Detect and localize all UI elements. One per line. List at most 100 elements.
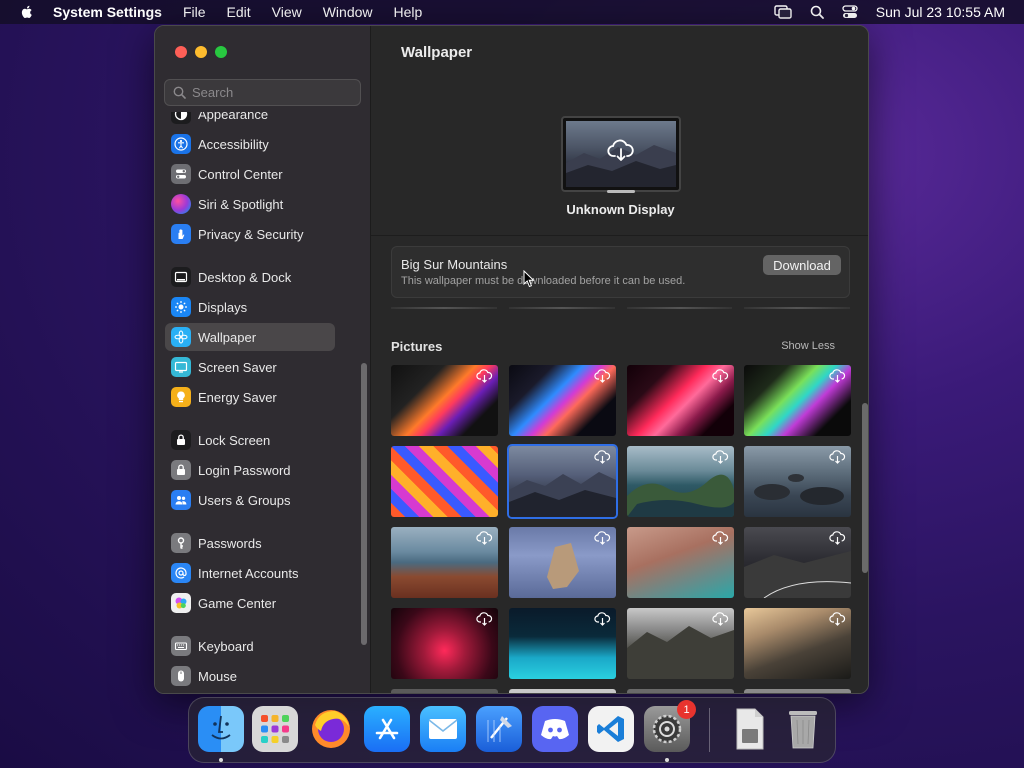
wallpaper-thumbnail[interactable] [627,527,734,598]
running-indicator [219,758,223,762]
wallpaper-thumbnail[interactable] [391,365,498,436]
sidebar-item-label: Energy Saver [198,389,277,405]
show-less-button[interactable]: Show Less [781,340,835,352]
wallpaper-thumbnail[interactable] [509,527,616,598]
keyboard-icon [171,636,191,656]
notice-title: Big Sur Mountains [401,257,508,272]
search-icon [173,86,186,99]
vscode-icon[interactable] [588,706,634,752]
sidebar-item-keyboard[interactable]: Keyboard [165,632,345,660]
sidebar-item-login-password[interactable]: Login Password [165,456,345,484]
cloud-download-icon [712,450,729,464]
cloud-download-icon [712,531,729,545]
wallpaper-thumbnail[interactable] [391,608,498,679]
app-store-icon[interactable] [364,706,410,752]
menu-window[interactable]: Window [323,4,373,20]
wallpaper-thumbnail[interactable] [627,446,734,517]
display-preview [561,116,681,192]
menu-app-name[interactable]: System Settings [53,4,162,20]
wallpaper-thumbnail[interactable] [391,689,498,693]
search-input[interactable]: Search [164,79,361,106]
trash-icon[interactable] [780,706,826,752]
launchpad-icon[interactable] [252,706,298,752]
menu-edit[interactable]: Edit [227,4,251,20]
notice-description: This wallpaper must be downloaded before… [401,275,686,287]
display-name: Unknown Display [566,202,675,217]
cloud-download-icon [829,531,846,545]
page-title: Wallpaper [401,44,473,61]
spotlight-search-icon[interactable] [810,5,824,19]
mouse-icon [171,666,191,686]
sidebar-item-energy-saver[interactable]: Energy Saver [165,383,345,411]
zoom-button[interactable] [215,46,227,58]
cloud-download-icon [829,450,846,464]
cloud-download-icon [594,531,611,545]
sidebar-item-label: Screen Saver [198,359,277,375]
cloud-download-icon [476,612,493,626]
wallpaper-thumbnail-selected[interactable] [509,446,616,517]
search-placeholder: Search [192,85,234,100]
menu-bar: System Settings File Edit View Window He… [0,0,1024,24]
wallpaper-thumbnail[interactable] [744,608,851,679]
sidebar-item-privacy-security[interactable]: Privacy & Security [165,220,345,248]
wallpaper-thumbnail[interactable] [627,689,734,693]
section-title: Pictures [391,339,443,354]
appearance-icon [171,112,191,124]
sidebar-item-screen-saver[interactable]: Screen Saver [165,353,345,381]
sidebar-item-passwords[interactable]: Passwords [165,529,345,557]
sidebar-item-game-center[interactable]: Game Center [165,589,345,617]
previous-section-thumbnails [391,307,850,311]
menu-help[interactable]: Help [394,4,423,20]
users-icon [171,490,191,510]
sidebar-item-users-groups[interactable]: Users & Groups [165,486,345,514]
cloud-download-icon [829,612,846,626]
game-center-icon [171,593,191,613]
sidebar-item-wallpaper[interactable]: Wallpaper [165,323,335,351]
system-settings-icon[interactable]: 1 [644,700,696,752]
wallpaper-thumbnail[interactable] [744,689,851,693]
wallpaper-thumbnail[interactable] [509,608,616,679]
wallpaper-thumbnail[interactable] [509,689,616,693]
sidebar-item-appearance[interactable]: Appearance [165,112,345,128]
screen-mirroring-icon[interactable] [774,5,792,19]
sidebar-item-control-center[interactable]: Control Center [165,160,345,188]
wallpaper-thumbnail[interactable] [391,527,498,598]
sidebar-scrollbar[interactable] [361,363,367,645]
sidebar-item-label: Displays [198,299,248,315]
downloads-stack-icon[interactable] [726,706,772,752]
wallpaper-thumbnail[interactable] [391,446,498,517]
sidebar-item-lock-screen[interactable]: Lock Screen [165,426,345,454]
wallpaper-thumbnail[interactable] [744,365,851,436]
close-button[interactable] [175,46,187,58]
mail-icon[interactable] [420,706,466,752]
key-icon [171,533,191,553]
sidebar-item-internet-accounts[interactable]: Internet Accounts [165,559,345,587]
menu-datetime[interactable]: Sun Jul 23 10:55 AM [876,4,1005,20]
sidebar-item-desktop-dock[interactable]: Desktop & Dock [165,263,345,291]
system-settings-window: Search Appearance Accessibility Control … [154,25,869,694]
wallpaper-thumbnail[interactable] [744,446,851,517]
sidebar-item-label: Privacy & Security [198,226,304,242]
sidebar-item-accessibility[interactable]: Accessibility [165,130,345,158]
wallpaper-thumbnail[interactable] [627,365,734,436]
sidebar-item-label: Control Center [198,166,283,182]
sidebar-item-label: Users & Groups [198,492,291,508]
xcode-icon[interactable] [476,706,522,752]
sidebar-item-siri-spotlight[interactable]: Siri & Spotlight [165,190,345,218]
menu-view[interactable]: View [272,4,302,20]
sidebar-item-mouse[interactable]: Mouse [165,662,345,690]
content-scrollbar[interactable] [862,403,868,573]
wallpaper-thumbnail[interactable] [627,608,734,679]
menu-file[interactable]: File [183,4,206,20]
wallpaper-thumbnail[interactable] [509,365,616,436]
apple-icon[interactable] [19,4,35,20]
sidebar-item-displays[interactable]: Displays [165,293,345,321]
control-center-icon[interactable] [842,5,858,19]
download-button[interactable]: Download [763,255,841,275]
firefox-icon[interactable] [308,706,354,752]
display-stand [607,190,635,193]
wallpaper-thumbnail[interactable] [744,527,851,598]
finder-icon[interactable] [198,706,244,752]
discord-icon[interactable] [532,706,578,752]
minimize-button[interactable] [195,46,207,58]
